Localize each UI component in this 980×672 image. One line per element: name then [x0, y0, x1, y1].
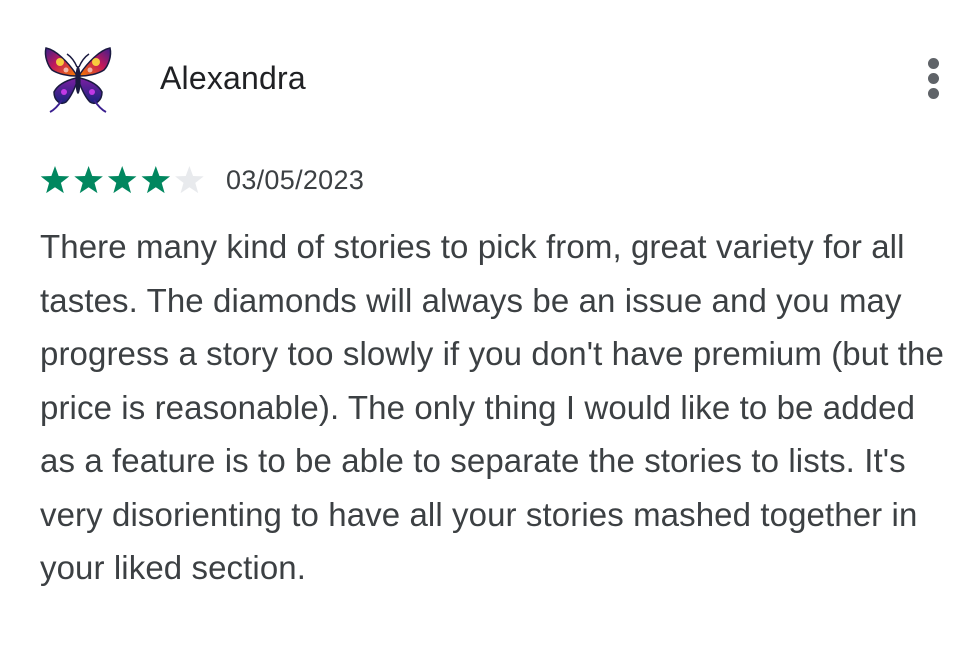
star-rating	[40, 166, 204, 194]
star-filled-icon	[74, 166, 103, 194]
review-text: There many kind of stories to pick from,…	[40, 228, 944, 586]
star-empty-icon	[175, 166, 204, 194]
star-filled-icon	[107, 166, 137, 194]
avatar	[40, 40, 116, 116]
star-filled-icon	[141, 166, 171, 194]
star-filled-icon	[40, 166, 70, 194]
rating-row: 03/05/2023	[40, 162, 540, 198]
review-date: 03/05/2023	[226, 165, 365, 195]
butterfly-avatar-icon	[44, 47, 112, 113]
review-header: Alexandra	[40, 40, 950, 116]
more-vert-icon	[928, 58, 939, 69]
review-card: Alexandra 03/05/2023 There many kind of …	[0, 0, 980, 672]
more-options-button[interactable]	[924, 58, 944, 99]
author-name: Alexandra	[160, 60, 306, 96]
